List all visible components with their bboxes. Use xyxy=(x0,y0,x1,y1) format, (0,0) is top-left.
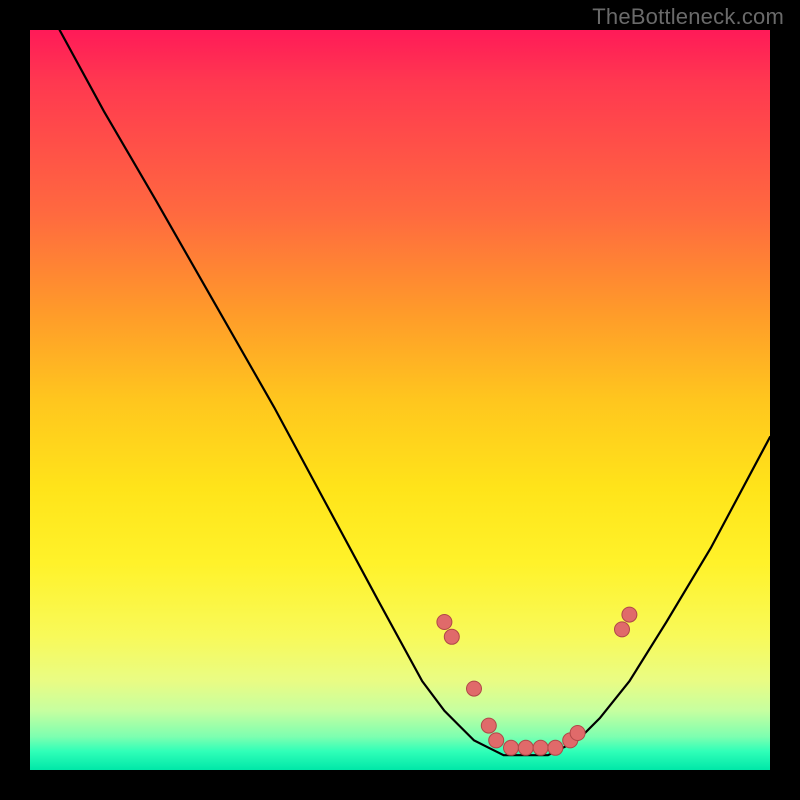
plot-area xyxy=(30,30,770,770)
chart-frame: TheBottleneck.com xyxy=(0,0,800,800)
marker-point xyxy=(504,740,519,755)
chart-overlay xyxy=(30,30,770,770)
marker-point xyxy=(548,740,563,755)
marker-point xyxy=(622,607,637,622)
marker-point xyxy=(467,681,482,696)
marker-point xyxy=(570,726,585,741)
watermark-text: TheBottleneck.com xyxy=(592,4,784,30)
marker-point xyxy=(481,718,496,733)
marker-point xyxy=(518,740,533,755)
marker-point xyxy=(437,615,452,630)
bottleneck-curve xyxy=(60,30,770,755)
marker-point xyxy=(444,629,459,644)
marker-point xyxy=(533,740,548,755)
marker-point xyxy=(489,733,504,748)
marker-point xyxy=(615,622,630,637)
